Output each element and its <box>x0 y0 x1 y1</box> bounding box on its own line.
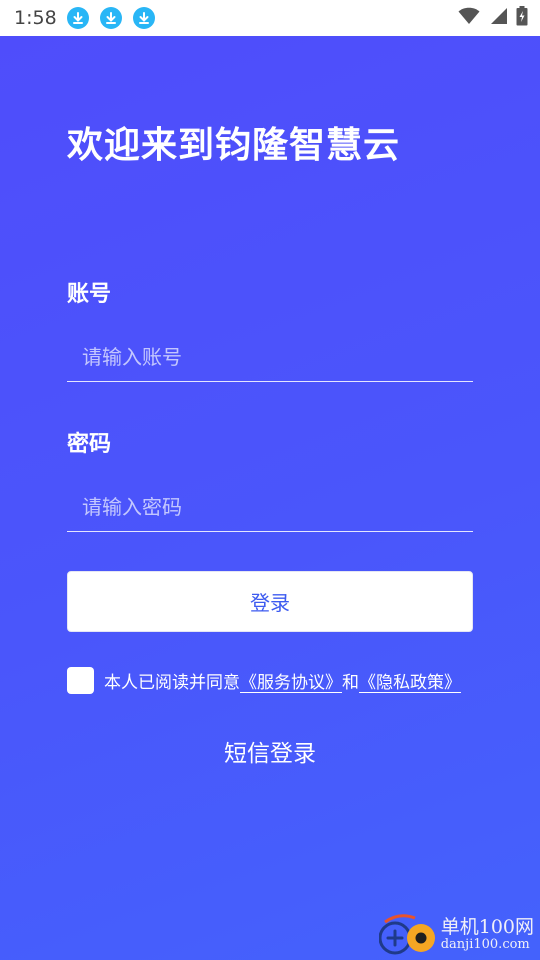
service-agreement-link[interactable]: 《服务协议》 <box>240 668 342 693</box>
status-bar: 1:58 <box>0 0 540 36</box>
password-label: 密码 <box>67 432 112 457</box>
wifi-icon <box>458 7 480 29</box>
agreement-text: 本人已阅读并同意 <box>104 673 240 693</box>
watermark-logo-icon <box>378 912 437 958</box>
download-icon <box>99 7 122 29</box>
privacy-policy-link[interactable]: 《隐私政策》 <box>359 668 461 693</box>
password-input[interactable] <box>67 482 473 532</box>
agreement-checkbox[interactable] <box>67 667 94 694</box>
watermark-site-url: danji100.com <box>440 937 530 953</box>
login-button[interactable]: 登录 <box>67 571 473 632</box>
agreement-and-text: 和 <box>342 673 359 693</box>
signal-icon <box>488 7 508 29</box>
agreement-row: 本人已阅读并同意 《服务协议》 和 《隐私政策》 <box>67 667 461 694</box>
status-time: 1:58 <box>14 7 57 29</box>
watermark-site-name: 单机100网 <box>440 916 534 939</box>
download-icon <box>132 7 155 29</box>
watermark: 单机100网 danji100.com <box>378 912 534 958</box>
sms-login-link[interactable]: 短信登录 <box>0 734 540 768</box>
page-title: 欢迎来到钧隆智慧云 <box>67 125 401 166</box>
login-screen: 欢迎来到钧隆智慧云 账号 密码 登录 本人已阅读并同意 《服务协议》 和 《隐私… <box>0 36 540 960</box>
battery-charging-icon <box>516 6 528 30</box>
account-label: 账号 <box>67 282 112 307</box>
download-icon <box>66 7 89 29</box>
account-input[interactable] <box>67 332 473 382</box>
